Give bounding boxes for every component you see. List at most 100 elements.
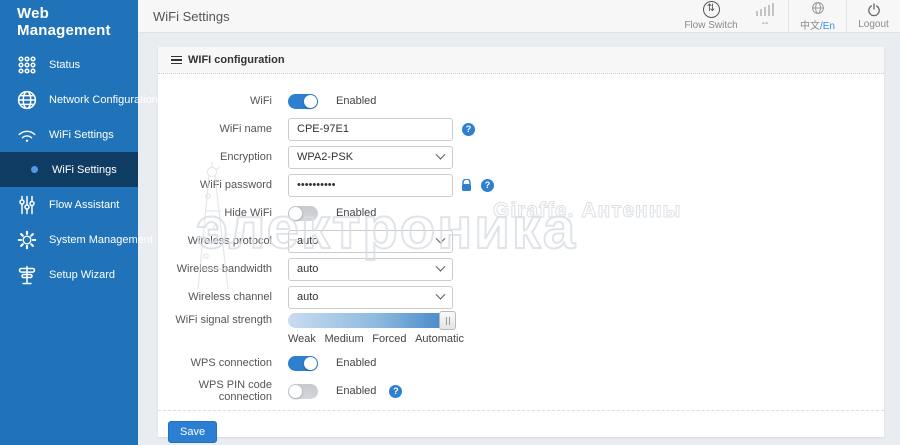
select-value: auto [297, 235, 318, 247]
select-value: WPA2-PSK [297, 151, 353, 163]
main-content: WIFI configuration WiFi Enabled WiFi nam… [138, 33, 900, 445]
panel-header: WIFI configuration [158, 47, 884, 74]
field-encryption: Encryption WPA2-PSK [158, 145, 884, 169]
field-label: Wireless protocol [158, 235, 272, 247]
sidebar: Web Management Status [0, 0, 138, 445]
signal-indicator: -- [742, 0, 788, 32]
menu-icon [171, 56, 182, 65]
sidebar-item-label: Flow Assistant [49, 199, 119, 211]
toggle-state-label: Enabled [336, 357, 376, 369]
wps-pin-toggle[interactable] [288, 384, 318, 399]
field-label: WPS PIN code connection [158, 379, 272, 403]
flow-switch-button[interactable]: ⇅ Flow Switch [680, 0, 742, 32]
sidebar-item-status[interactable]: Status [0, 47, 138, 82]
sidebar-item-network-configuration[interactable]: Network Configuration [0, 82, 138, 117]
field-wireless-protocol: Wireless protocol auto [158, 229, 884, 253]
field-label: Encryption [158, 151, 272, 163]
sidebar-item-flow-assistant[interactable]: Flow Assistant [0, 187, 138, 222]
slider-handle[interactable] [439, 311, 456, 330]
field-wifi: WiFi Enabled [158, 89, 884, 113]
field-wps-connection: WPS connection Enabled [158, 351, 884, 375]
flow-switch-label: Flow Switch [684, 20, 737, 31]
sidebar-item-label: WiFi Settings [49, 129, 114, 141]
chevron-down-icon [436, 261, 446, 271]
toggle-state-label: Enabled [336, 95, 376, 107]
sidebar-item-label: WiFi Settings [52, 164, 117, 176]
wifi-toggle[interactable] [288, 94, 318, 109]
sidebar-item-system-management[interactable]: System Management [0, 222, 138, 257]
logout-label: Logout [858, 19, 889, 30]
slider-option[interactable]: Medium [325, 333, 364, 345]
field-wifi-name: WiFi name ? [158, 117, 884, 141]
sidebar-item-setup-wizard[interactable]: Setup Wizard [0, 257, 138, 292]
gear-icon [15, 228, 39, 252]
field-wireless-bandwidth: Wireless bandwidth auto [158, 257, 884, 281]
panel-title: WIFI configuration [188, 54, 285, 66]
signal-strength-slider[interactable] [288, 313, 453, 328]
sidebar-item-label: Setup Wizard [49, 269, 115, 281]
page-title: WiFi Settings [138, 9, 230, 24]
language-globe-icon [811, 1, 825, 15]
sidebar-item-label: System Management [49, 234, 153, 246]
topbar: WiFi Settings ⇅ Flow Switch -- 中文/En Log… [138, 0, 900, 33]
lock-icon [461, 179, 472, 192]
chevron-down-icon [436, 149, 446, 159]
slider-option[interactable]: Forced [372, 333, 406, 345]
signal-bars-icon [756, 3, 775, 16]
field-hide-wifi: Hide WiFi Enabled [158, 201, 884, 225]
wifi-icon [15, 123, 39, 147]
field-label: WiFi name [158, 123, 272, 135]
active-bullet-icon [28, 158, 40, 182]
sidebar-subitem-wifi-settings[interactable]: WiFi Settings [0, 152, 138, 187]
sidebar-item-wifi-settings[interactable]: WiFi Settings [0, 117, 138, 152]
field-wifi-password: WiFi password ? [158, 173, 884, 197]
help-icon[interactable]: ? [389, 385, 402, 398]
signpost-icon [15, 263, 39, 287]
section-divider [158, 410, 884, 411]
hide-wifi-toggle[interactable] [288, 206, 318, 221]
field-label: Wireless bandwidth [158, 263, 272, 275]
flow-switch-icon: ⇅ [703, 1, 720, 18]
globe-icon [15, 88, 39, 112]
field-wifi-signal-strength: WiFi signal strength Weak Medium Forced … [158, 313, 884, 345]
toggle-state-label: Enabled [336, 207, 376, 219]
toggle-state-label: Enabled [336, 385, 376, 397]
select-value: auto [297, 263, 318, 275]
wifi-password-input[interactable] [288, 174, 453, 197]
language-label: 中文/En [800, 17, 835, 32]
encryption-select[interactable]: WPA2-PSK [288, 146, 453, 169]
slider-option[interactable]: Weak [288, 333, 316, 345]
save-button[interactable]: Save [168, 421, 217, 443]
wireless-protocol-select[interactable]: auto [288, 230, 453, 253]
help-icon[interactable]: ? [462, 123, 475, 136]
signal-value: -- [762, 18, 769, 29]
status-grid-icon [15, 53, 39, 77]
slider-option-labels: Weak Medium Forced Automatic [288, 333, 464, 345]
field-label: Wireless channel [158, 291, 272, 303]
wireless-channel-select[interactable]: auto [288, 286, 453, 309]
wifi-configuration-panel: WIFI configuration WiFi Enabled WiFi nam… [158, 47, 884, 437]
sidebar-item-label: Network Configuration [49, 94, 158, 106]
field-label: Hide WiFi [158, 207, 272, 219]
field-label: WPS connection [158, 357, 272, 369]
field-wps-pin-connection: WPS PIN code connection Enabled ? [158, 379, 884, 403]
wireless-bandwidth-select[interactable]: auto [288, 258, 453, 281]
sliders-icon [15, 193, 39, 217]
slider-option[interactable]: Automatic [415, 333, 464, 345]
wifi-name-input[interactable] [288, 118, 453, 141]
sidebar-menu: Status Network Configuration [0, 47, 138, 292]
field-label: WiFi [158, 95, 272, 107]
sidebar-item-label: Status [49, 59, 80, 71]
power-icon [867, 3, 881, 17]
wps-connection-toggle[interactable] [288, 356, 318, 371]
chevron-down-icon [436, 289, 446, 299]
app-title: Web Management [0, 0, 138, 44]
language-switcher[interactable]: 中文/En [788, 0, 846, 32]
select-value: auto [297, 291, 318, 303]
chevron-down-icon [436, 233, 446, 243]
field-label: WiFi signal strength [158, 313, 272, 328]
field-wireless-channel: Wireless channel auto [158, 285, 884, 309]
logout-button[interactable]: Logout [846, 0, 900, 32]
help-icon[interactable]: ? [481, 179, 494, 192]
field-label: WiFi password [158, 179, 272, 191]
